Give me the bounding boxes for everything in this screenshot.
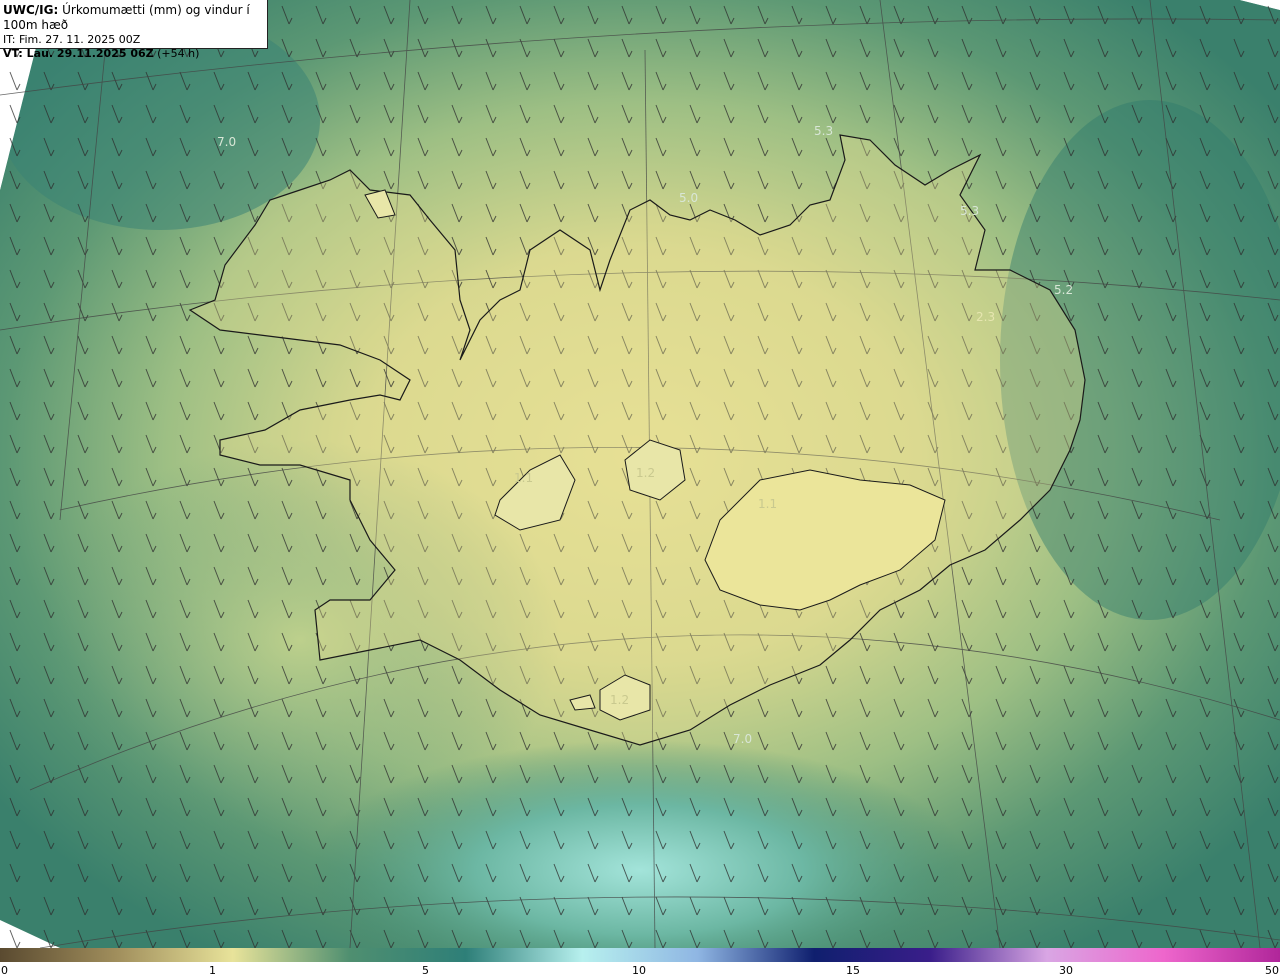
- pw-label-northeast: 5.3: [960, 204, 979, 218]
- valid-label: VT:: [3, 47, 23, 60]
- pw-label-east: 5.2: [1054, 283, 1073, 297]
- title-line: UWC/IG: Úrkomumætti (mm) og vindur í 100…: [3, 3, 267, 33]
- pw-label-south: 7.0: [733, 732, 752, 746]
- init-time-line: IT: Fim. 27. 11. 2025 00Z: [3, 33, 267, 47]
- tick-0: 0: [1, 964, 8, 977]
- pw-label-nw: 7.0: [217, 135, 236, 149]
- colorbar-gradient: [0, 948, 1280, 962]
- init-label: IT:: [3, 33, 16, 46]
- info-box: UWC/IG: Úrkomumætti (mm) og vindur í 100…: [0, 0, 268, 60]
- pw-label-vatnajokull: 1.1: [758, 497, 777, 511]
- init-time: Fim. 27. 11. 2025 00Z: [15, 33, 141, 46]
- valid-time-line: VT: Lau. 29.11.2025 06Z (+54 h): [3, 47, 267, 61]
- tick-50: 50: [1265, 964, 1279, 977]
- precipitable-water-map[interactable]: 7.0 5.3 5.0 5.3 5.2 2.3 1.2 1.1 1.1 1.2 …: [0, 0, 1280, 948]
- pw-label-myrdalsjokull: 1.2: [610, 693, 629, 707]
- pw-label-langjokull: 1.1: [514, 471, 533, 485]
- colorbar: [0, 948, 1280, 962]
- lead-time: (+54 h): [153, 47, 200, 60]
- tick-5: 5: [422, 964, 429, 977]
- colorbar-ticks: 0 1 5 10 15 30 50: [0, 962, 1280, 978]
- pw-label-north: 5.3: [814, 124, 833, 138]
- pw-label-hofsjokull: 1.2: [636, 466, 655, 480]
- tick-10: 10: [632, 964, 646, 977]
- tick-1: 1: [209, 964, 216, 977]
- tick-30: 30: [1059, 964, 1073, 977]
- model-name: UWC/IG:: [3, 3, 59, 17]
- tick-15: 15: [846, 964, 860, 977]
- valid-time: Lau. 29.11.2025 06Z: [22, 47, 154, 60]
- pw-label-east-inland: 2.3: [976, 310, 995, 324]
- pw-label-north-central: 5.0: [679, 191, 698, 205]
